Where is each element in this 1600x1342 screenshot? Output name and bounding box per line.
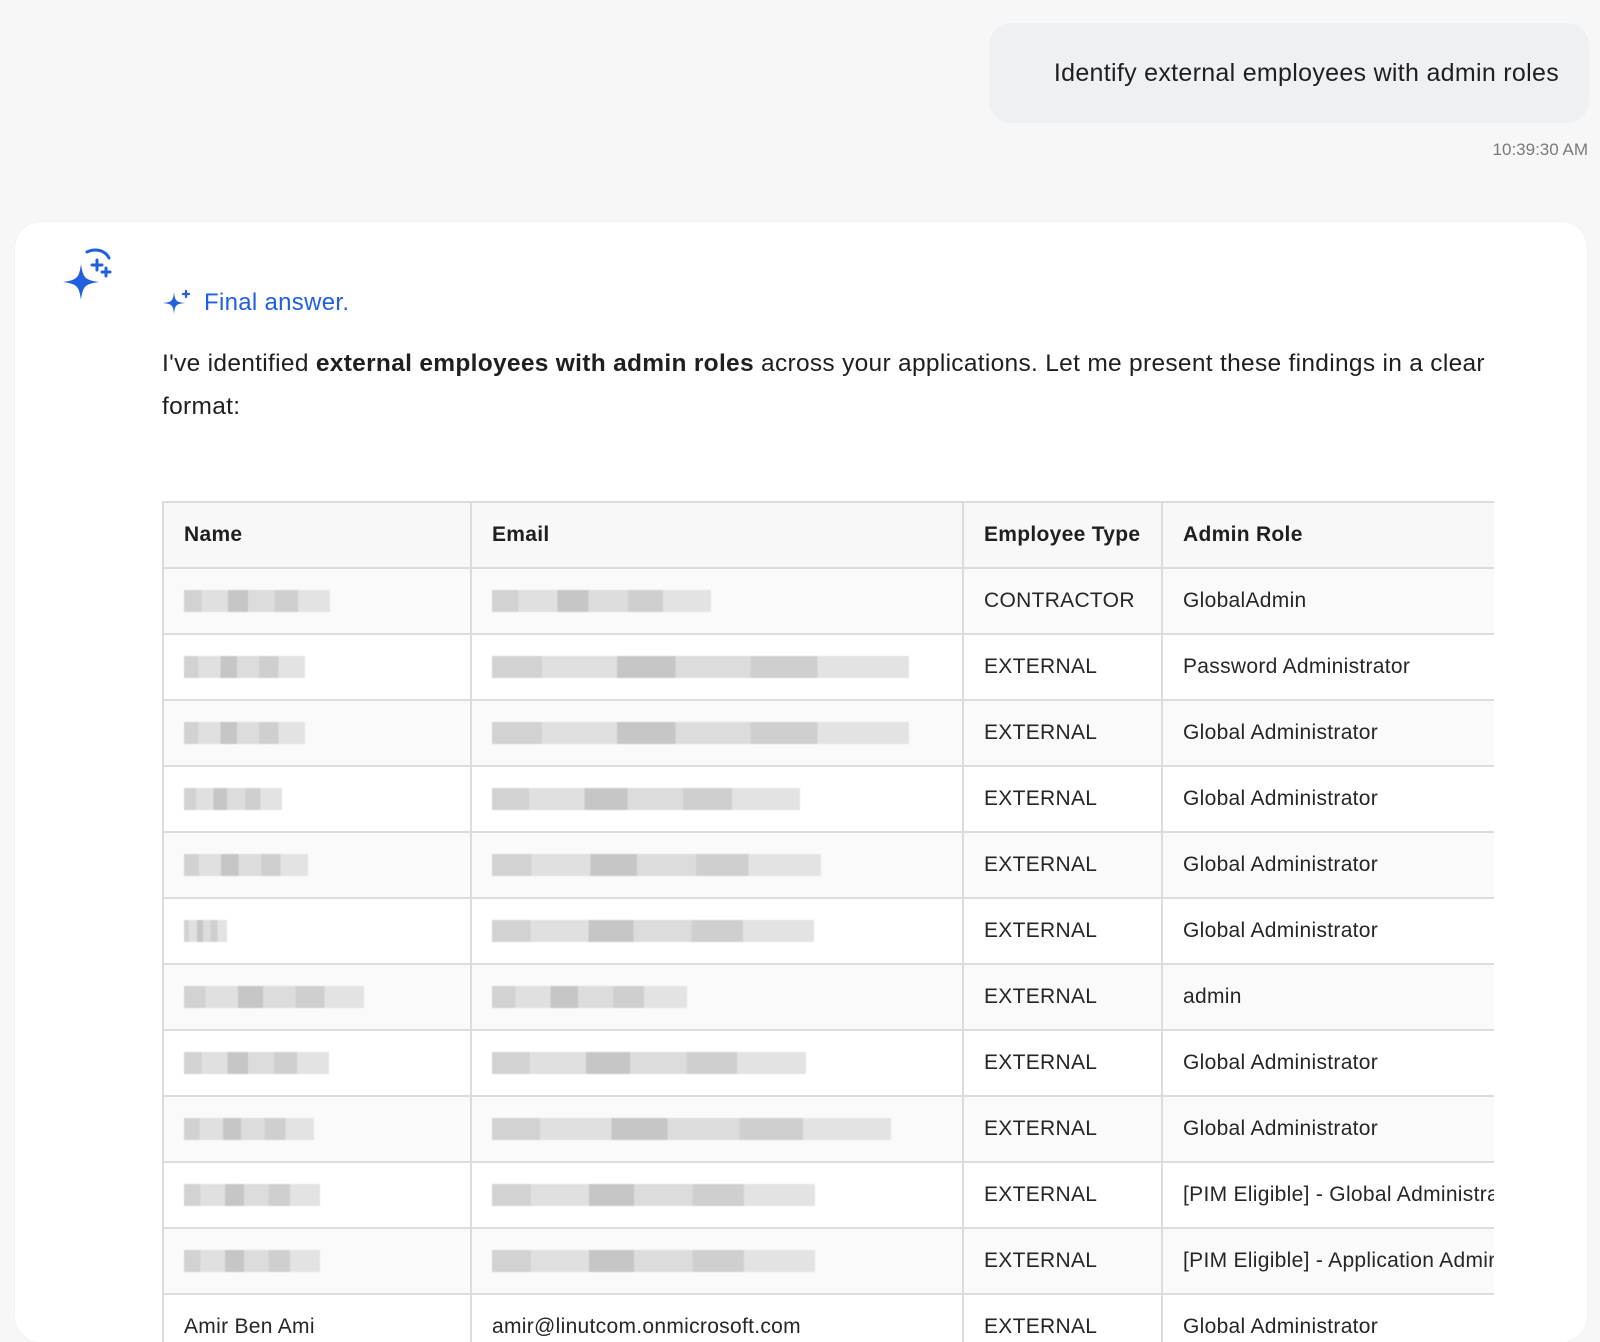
redacted-email	[492, 1184, 815, 1207]
table-row: EXTERNAL [PIM Eligible] - Application Adm…	[162, 1227, 1494, 1295]
cell-name	[162, 633, 472, 701]
final-answer-status: Final answer.	[162, 286, 349, 320]
cell-email	[470, 963, 964, 1031]
cell-admin-role: [PIM Eligible] - Application Administrat…	[1161, 1227, 1494, 1295]
cell-admin-role: Global Administrator	[1161, 699, 1494, 767]
cell-employee-type: EXTERNAL	[962, 1095, 1163, 1163]
redacted-name	[184, 854, 308, 877]
cell-admin-role: Global Administrator	[1161, 765, 1494, 833]
cell-email	[470, 633, 964, 701]
cell-email	[470, 765, 964, 833]
table-row: EXTERNAL Global Administrator	[162, 1029, 1494, 1097]
cell-name	[162, 963, 472, 1031]
cell-email	[470, 1161, 964, 1229]
cell-name	[162, 567, 472, 635]
table-row: EXTERNAL Global Administrator	[162, 765, 1494, 833]
cell-name	[162, 897, 472, 965]
table-row: CONTRACTOR GlobalAdmin	[162, 567, 1494, 635]
table-row: EXTERNAL Global Administrator	[162, 699, 1494, 767]
redacted-name	[184, 656, 305, 679]
cell-employee-type: EXTERNAL	[962, 1161, 1163, 1229]
cell-name	[162, 1095, 472, 1163]
cell-employee-type: EXTERNAL	[962, 1293, 1163, 1342]
cell-admin-role: Global Administrator	[1161, 1293, 1494, 1342]
answer-intro-text: I've identified external employees with …	[162, 350, 1485, 420]
cell-email	[470, 567, 964, 635]
redacted-name	[184, 1052, 329, 1075]
cell-admin-role: Global Administrator	[1161, 831, 1494, 899]
table-row: EXTERNAL Global Administrator	[162, 897, 1494, 965]
cell-name	[162, 1029, 472, 1097]
sparkle-icon	[163, 289, 191, 314]
cell-employee-type: EXTERNAL	[962, 963, 1163, 1031]
cell-admin-role: admin	[1161, 963, 1494, 1031]
redacted-name	[184, 1184, 320, 1207]
table-row: EXTERNAL Global Administrator	[162, 831, 1494, 899]
redacted-email	[492, 590, 711, 613]
cell-admin-role: Global Administrator	[1161, 1095, 1494, 1163]
cell-email	[470, 831, 964, 899]
table-row: Amir Ben Ami amir@linutcom.onmicrosoft.co…	[162, 1293, 1494, 1342]
assistant-avatar-icon	[63, 248, 112, 300]
cell-employee-type: EXTERNAL	[962, 1029, 1163, 1097]
cell-admin-role: GlobalAdmin	[1161, 567, 1494, 635]
cell-email	[470, 897, 964, 965]
cell-email	[470, 699, 964, 767]
redacted-email	[492, 1250, 815, 1273]
redacted-email	[492, 656, 909, 679]
table-header-row: Name Email Employee Type Admin Role	[162, 501, 1494, 569]
cell-name	[162, 1161, 472, 1229]
redacted-name	[184, 788, 282, 811]
redacted-email	[492, 722, 909, 745]
table-row: EXTERNAL Global Administrator	[162, 1095, 1494, 1163]
cell-admin-role: Password Administrator	[1161, 633, 1494, 701]
message-timestamp: 10:39:30 AM	[1492, 140, 1588, 159]
cell-name	[162, 765, 472, 833]
table-row: EXTERNAL admin	[162, 963, 1494, 1031]
cell-name: Amir Ben Ami	[162, 1293, 472, 1342]
cell-admin-role: [PIM Eligible] - Global Administrator	[1161, 1161, 1494, 1229]
cell-employee-type: EXTERNAL	[962, 1227, 1163, 1295]
results-table: Name Email Employee Type Admin Role CONT…	[162, 501, 1494, 1342]
redacted-name	[184, 920, 227, 943]
redacted-email	[492, 1052, 806, 1075]
redacted-name	[184, 1250, 320, 1273]
cell-email	[470, 1029, 964, 1097]
redacted-name	[184, 722, 305, 745]
table-row: EXTERNAL Password Administrator	[162, 633, 1494, 701]
redacted-name	[184, 590, 330, 613]
cell-admin-role: Global Administrator	[1161, 1029, 1494, 1097]
cell-name	[162, 831, 472, 899]
table-row: EXTERNAL [PIM Eligible] - Global Administ…	[162, 1161, 1494, 1229]
final-answer-label: Final answer.	[204, 289, 350, 316]
cell-employee-type: EXTERNAL	[962, 633, 1163, 701]
cell-employee-type: EXTERNAL	[962, 765, 1163, 833]
cell-employee-type: EXTERNAL	[962, 897, 1163, 965]
column-header-admin-role: Admin Role	[1161, 501, 1494, 569]
user-message-bubble: Identify external employees with admin r…	[989, 23, 1589, 123]
cell-email	[470, 1095, 964, 1163]
cell-admin-role: Global Administrator	[1161, 897, 1494, 965]
assistant-answer-card: Final answer. I've identified external e…	[15, 222, 1587, 1342]
redacted-email	[492, 1118, 891, 1141]
redacted-name	[184, 986, 364, 1009]
cell-employee-type: EXTERNAL	[962, 699, 1163, 767]
column-header-employee-type: Employee Type	[962, 501, 1163, 569]
results-table-container[interactable]: Name Email Employee Type Admin Role CONT…	[162, 501, 1494, 1342]
cell-employee-type: EXTERNAL	[962, 831, 1163, 899]
user-message-text: Identify external employees with admin r…	[1053, 58, 1559, 87]
redacted-email	[492, 986, 687, 1009]
column-header-name: Name	[162, 501, 472, 569]
cell-employee-type: CONTRACTOR	[962, 567, 1163, 635]
redacted-name	[184, 1118, 314, 1141]
cell-email: amir@linutcom.onmicrosoft.com	[470, 1293, 964, 1342]
redacted-email	[492, 854, 821, 877]
cell-email	[470, 1227, 964, 1295]
redacted-email	[492, 920, 814, 943]
cell-name	[162, 1227, 472, 1295]
cell-name	[162, 699, 472, 767]
redacted-email	[492, 788, 800, 811]
column-header-email: Email	[470, 501, 964, 569]
